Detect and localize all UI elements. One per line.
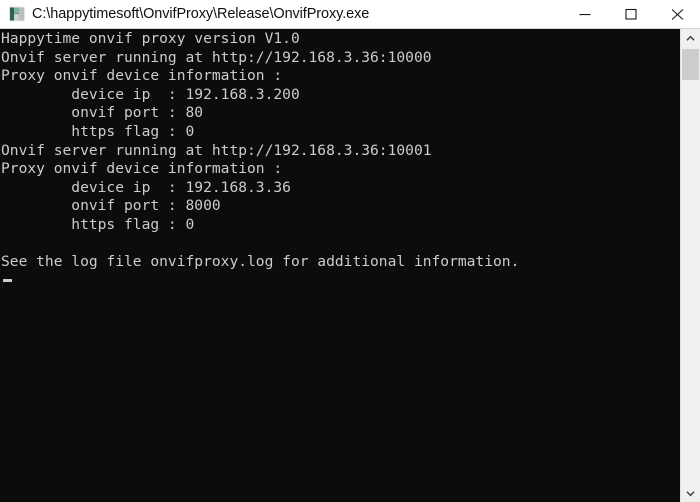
minimize-button[interactable]: [562, 0, 608, 28]
window-title: C:\happytimesoft\OnvifProxy\Release\Onvi…: [32, 6, 370, 22]
scrollbar-thumb[interactable]: [682, 49, 699, 80]
maximize-icon: [625, 8, 637, 20]
console-app-icon: [9, 6, 25, 22]
window-body: Happytime onvif proxy version V1.0 Onvif…: [0, 29, 700, 502]
chevron-down-icon: [686, 490, 695, 496]
vertical-scrollbar[interactable]: [680, 29, 700, 502]
chevron-up-icon: [686, 35, 695, 41]
title-bar[interactable]: C:\happytimesoft\OnvifProxy\Release\Onvi…: [0, 0, 700, 29]
close-button[interactable]: [654, 0, 700, 28]
minimize-icon: [579, 14, 591, 16]
maximize-button[interactable]: [608, 0, 654, 28]
console-output-text: Happytime onvif proxy version V1.0 Onvif…: [1, 30, 520, 271]
scrollbar-up-button[interactable]: [681, 29, 700, 47]
close-icon: [671, 8, 683, 20]
console-window: C:\happytimesoft\OnvifProxy\Release\Onvi…: [0, 0, 700, 502]
console-cursor: [3, 278, 12, 282]
console-output-area[interactable]: Happytime onvif proxy version V1.0 Onvif…: [0, 29, 680, 502]
scrollbar-track[interactable]: [681, 47, 700, 484]
scrollbar-down-button[interactable]: [681, 484, 700, 502]
